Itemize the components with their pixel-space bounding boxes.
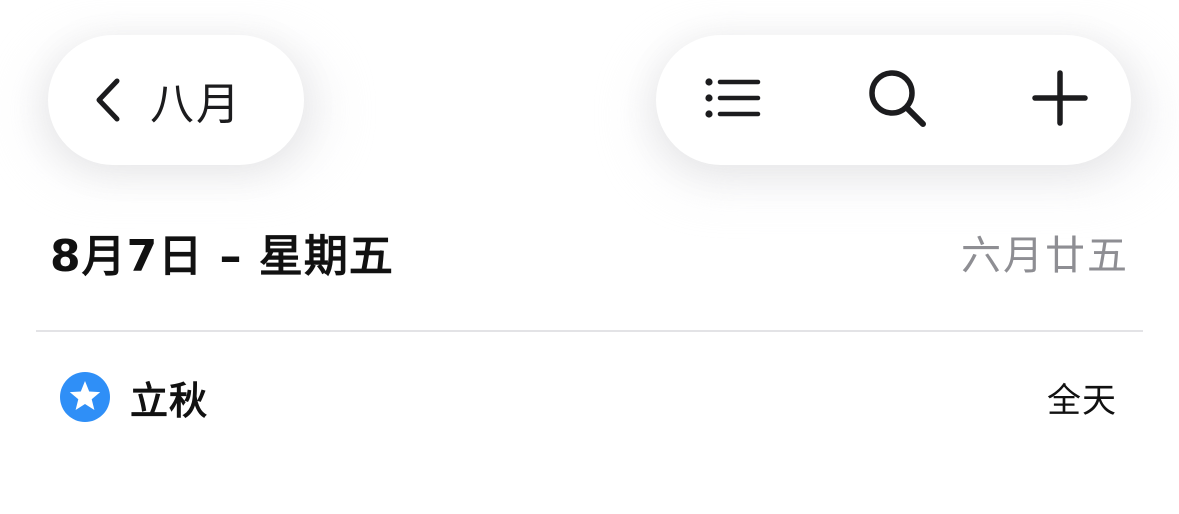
add-event-button[interactable] <box>1029 69 1091 131</box>
date-title: 8月7日 – 星期五 <box>50 231 394 282</box>
calendar-day-view: 八月 8月7日 – 星期五 六月廿五 立秋 全天 <box>0 0 1179 514</box>
list-view-button[interactable] <box>702 69 764 131</box>
event-item-left: 立秋 <box>60 370 208 425</box>
lunar-date: 六月廿五 <box>961 233 1129 279</box>
toolbar-actions <box>656 35 1131 165</box>
search-button[interactable] <box>866 69 928 131</box>
list-icon <box>704 76 762 124</box>
divider <box>36 330 1143 332</box>
event-item[interactable]: 立秋 全天 <box>60 368 1117 426</box>
chevron-left-icon <box>88 75 128 125</box>
event-time: 全天 <box>1047 380 1117 421</box>
search-icon <box>865 66 929 134</box>
star-circle-icon <box>60 372 110 422</box>
day-header: 8月7日 – 星期五 六月廿五 <box>50 222 1129 282</box>
plus-icon <box>1031 69 1089 131</box>
back-button-label: 八月 <box>150 79 242 130</box>
event-title: 立秋 <box>130 378 209 423</box>
back-button[interactable]: 八月 <box>48 35 304 165</box>
